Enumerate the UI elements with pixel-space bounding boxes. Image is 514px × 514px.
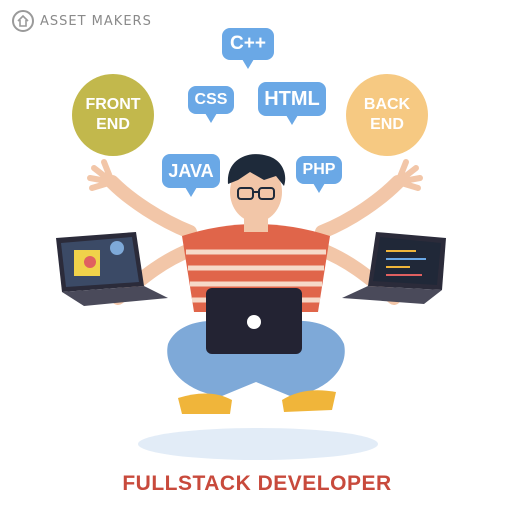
bubble-java-label: JAVA	[168, 160, 214, 181]
page-title: FULLSTACK DEVELOPER	[122, 472, 392, 495]
left-shoe	[178, 393, 232, 414]
bubble-css: CSS	[188, 86, 234, 123]
brand-name: ASSET MAKERS	[40, 13, 152, 29]
bubble-cpp: C++	[222, 28, 274, 69]
bubble-html: HTML	[258, 82, 326, 125]
bubble-html-label: HTML	[264, 87, 320, 110]
developer-illustration	[56, 154, 446, 460]
bubble-css-label: CSS	[194, 91, 228, 108]
brand: ASSET MAKERS	[12, 10, 152, 32]
bubble-cpp-label: C++	[230, 33, 266, 54]
bubble-php-label: PHP	[302, 161, 336, 178]
front-end-label: FRONT END	[85, 96, 141, 133]
bubble-php: PHP	[296, 156, 342, 193]
bubble-java: JAVA	[162, 154, 220, 197]
house-icon	[12, 10, 34, 32]
back-end-label: BACK END	[363, 96, 411, 133]
center-laptop	[206, 288, 302, 354]
front-end-circle: FRONT END	[72, 74, 154, 156]
floor-shadow	[138, 428, 378, 460]
back-end-circle: BACK END	[346, 74, 428, 156]
